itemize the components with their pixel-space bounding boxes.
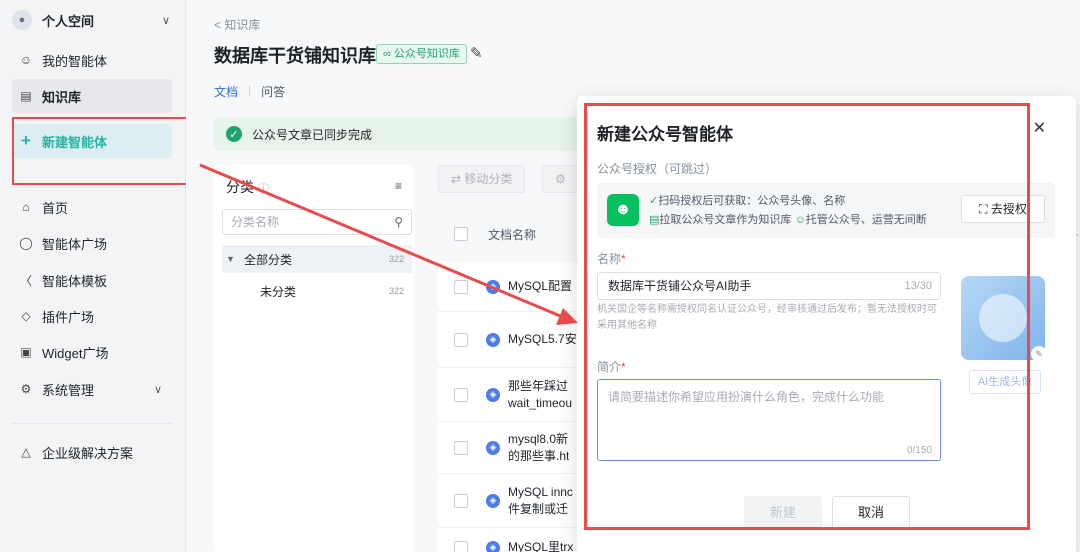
document-icon: ▤ bbox=[20, 89, 32, 103]
settings-icon: ⚙ bbox=[20, 382, 32, 396]
sidebar-item-widget-plaza[interactable]: ▣ Widget广场 bbox=[12, 335, 172, 369]
scroll-indicator: ⋯ bbox=[1076, 230, 1080, 244]
sidebar-item-agent-templates[interactable]: 〈 智能体模板 bbox=[12, 263, 172, 297]
category-panel: 分类 ⓘ ≡ 分类名称 ⚲ ▼ 全部分类 322 未分类 322 bbox=[214, 165, 414, 552]
globe-icon: ◈ bbox=[486, 279, 500, 294]
home-icon: ⌂ bbox=[22, 200, 30, 214]
tab-qa[interactable]: 问答 bbox=[261, 83, 285, 100]
table-row[interactable]: ◈ MySQL innc 件复制或迁 bbox=[438, 474, 588, 528]
edit-icon[interactable]: ✎ bbox=[470, 44, 483, 62]
sidebar: ● 个人空间 ∨ ☺ 我的智能体 ▤ 知识库 + 新建智能体 ⌂ 首页 ◯ 智能… bbox=[0, 0, 186, 552]
toolbar-button-2[interactable]: ⚙ bbox=[542, 165, 582, 193]
category-count: 322 bbox=[388, 254, 404, 264]
bot-icon: ☺ bbox=[19, 53, 33, 67]
row-checkbox[interactable] bbox=[454, 493, 468, 508]
widget-icon: ▣ bbox=[20, 345, 32, 359]
enterprise-icon: △ bbox=[21, 445, 31, 459]
sidebar-item-enterprise[interactable]: △ 企业级解决方案 bbox=[12, 435, 172, 469]
highlight-box-new-agent bbox=[12, 117, 189, 185]
sidebar-item-label: 系统管理 bbox=[42, 382, 95, 398]
doc-name: MySQL5.7安 bbox=[508, 332, 577, 346]
sidebar-item-plugin-plaza[interactable]: ◇ 插件广场 bbox=[12, 299, 172, 333]
move-category-label: 移动分类 bbox=[464, 172, 513, 186]
kb-type-label: 公众号知识库 bbox=[393, 48, 460, 60]
search-icon[interactable]: ⚲ bbox=[394, 210, 403, 234]
row-checkbox[interactable] bbox=[454, 387, 468, 402]
table-row[interactable]: ◈ MySQL5.7安 bbox=[438, 312, 588, 368]
tab-separator: | bbox=[248, 83, 252, 97]
globe-icon: ◈ bbox=[486, 440, 500, 455]
close-icon[interactable]: ✕ bbox=[1033, 118, 1046, 138]
sidebar-item-my-agents[interactable]: ☺ 我的智能体 bbox=[12, 43, 172, 77]
space-label: 个人空间 bbox=[42, 13, 95, 29]
category-search-placeholder: 分类名称 bbox=[231, 215, 280, 229]
banner-text: 公众号文章已同步完成 bbox=[252, 127, 373, 142]
category-count: 322 bbox=[388, 286, 404, 296]
sort-icon[interactable]: ≡ bbox=[395, 179, 402, 193]
help-icon[interactable]: ⓘ bbox=[258, 183, 269, 195]
row-checkbox[interactable] bbox=[454, 440, 468, 455]
document-table: 文档名称 ◈ MySQL配置 ◈ MySQL5.7安 ◈ 那些年踩过 wait_… bbox=[438, 206, 588, 552]
sidebar-item-label: 智能体广场 bbox=[42, 236, 108, 252]
breadcrumb[interactable]: < 知识库 bbox=[214, 16, 260, 33]
breadcrumb-label: 知识库 bbox=[224, 18, 261, 32]
sidebar-item-label: 知识库 bbox=[42, 89, 82, 105]
tab-documents[interactable]: 文档 bbox=[214, 83, 238, 100]
template-icon: 〈 bbox=[19, 273, 32, 288]
globe-icon: ◈ bbox=[486, 387, 500, 402]
check-circle-icon: ✓ bbox=[226, 126, 242, 142]
table-row[interactable]: ◈ MySQL配置 bbox=[438, 262, 588, 312]
category-search-input[interactable]: 分类名称 ⚲ bbox=[222, 209, 412, 235]
doc-name: MySQL配置 bbox=[508, 279, 573, 293]
table-header: 文档名称 bbox=[438, 206, 588, 262]
sidebar-item-label: 我的智能体 bbox=[42, 53, 108, 69]
sidebar-item-knowledge-base[interactable]: ▤ 知识库 bbox=[12, 79, 172, 113]
globe-icon: ◈ bbox=[486, 332, 500, 347]
space-switcher[interactable]: ● 个人空间 ∨ bbox=[12, 8, 178, 32]
sidebar-item-home[interactable]: ⌂ 首页 bbox=[12, 190, 172, 224]
category-name: 全部分类 bbox=[244, 252, 293, 267]
link-icon: ∞ bbox=[383, 48, 391, 60]
move-category-button[interactable]: ⇄ 移动分类 bbox=[438, 165, 526, 193]
edit-icon[interactable]: ✎ bbox=[1031, 346, 1047, 362]
sidebar-item-system-settings[interactable]: ⚙ 系统管理 ∨ bbox=[12, 372, 172, 406]
caret-down-icon[interactable]: ▼ bbox=[226, 254, 240, 264]
sidebar-item-label: 企业级解决方案 bbox=[42, 445, 134, 461]
globe-icon: ◈ bbox=[486, 540, 500, 552]
category-item-uncategorized[interactable]: 未分类 322 bbox=[222, 277, 412, 305]
chevron-down-icon: ∨ bbox=[153, 383, 162, 396]
plaza-icon: ◯ bbox=[19, 236, 33, 250]
kb-type-badge: ∞ 公众号知识库 bbox=[376, 44, 467, 64]
sidebar-item-label: 插件广场 bbox=[42, 309, 95, 325]
row-checkbox[interactable] bbox=[454, 540, 468, 552]
sidebar-item-agent-plaza[interactable]: ◯ 智能体广场 bbox=[12, 226, 172, 260]
sidebar-divider bbox=[12, 423, 172, 424]
doc-name: MySQL里trx bbox=[508, 540, 574, 552]
sidebar-item-label: 首页 bbox=[42, 200, 69, 216]
doc-name: 那些年踩过 wait_timeou bbox=[508, 378, 573, 410]
chevron-down-icon: ∨ bbox=[161, 14, 170, 27]
doc-name: MySQL innc 件复制或迁 bbox=[508, 484, 573, 516]
category-heading-label: 分类 bbox=[226, 179, 254, 195]
highlight-box-dialog bbox=[584, 103, 1030, 530]
category-heading: 分类 ⓘ bbox=[226, 177, 269, 197]
row-checkbox[interactable] bbox=[454, 332, 468, 347]
page-title: 数据库干货铺知识库 bbox=[214, 46, 376, 66]
plugin-icon: ◇ bbox=[21, 309, 31, 323]
table-row[interactable]: ◈ 那些年踩过 wait_timeou bbox=[438, 368, 588, 422]
user-avatar-icon: ● bbox=[12, 10, 32, 30]
sidebar-item-label: Widget广场 bbox=[42, 345, 109, 361]
sync-status-banner: ✓ 公众号文章已同步完成 bbox=[214, 117, 614, 151]
category-name: 未分类 bbox=[260, 284, 297, 299]
row-checkbox[interactable] bbox=[454, 279, 468, 294]
doc-name: mysql8.0新 的那些事.ht bbox=[508, 431, 570, 463]
tabs: 文档 | 问答 bbox=[214, 83, 285, 100]
table-row[interactable]: ◈ MySQL里trx bbox=[438, 528, 588, 552]
table-row[interactable]: ◈ mysql8.0新 的那些事.ht bbox=[438, 422, 588, 474]
globe-icon: ◈ bbox=[486, 493, 500, 508]
sidebar-item-label: 智能体模板 bbox=[42, 273, 108, 289]
select-all-checkbox[interactable] bbox=[454, 227, 468, 241]
category-item-all[interactable]: ▼ 全部分类 322 bbox=[222, 245, 412, 273]
column-header-doc-name: 文档名称 bbox=[488, 227, 537, 242]
